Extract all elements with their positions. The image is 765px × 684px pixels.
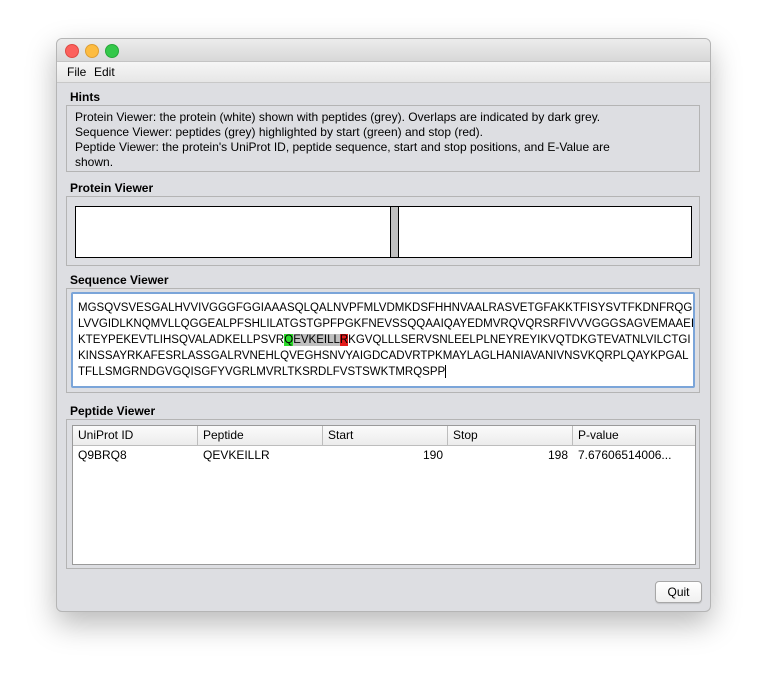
- column-header-peptide[interactable]: Peptide: [198, 426, 323, 445]
- peptide-stop-highlight: R: [339, 334, 349, 346]
- sequence-viewer-title: Sequence Viewer: [70, 273, 169, 287]
- cell-uniprot-id: Q9BRQ8: [78, 448, 127, 462]
- column-header-uniprot-id[interactable]: UniProt ID: [73, 426, 198, 445]
- app-window: File Edit Hints Protein Viewer: the prot…: [56, 38, 711, 612]
- hint-protein-viewer: Protein Viewer: the protein (white) show…: [75, 110, 601, 124]
- hints-title: Hints: [70, 90, 100, 104]
- text-caret: [445, 365, 447, 379]
- hint-sequence-viewer: Sequence Viewer: peptides (grey) highlig…: [75, 125, 484, 139]
- sequence-segment-after: KGVQLLLSERVSNLEELPLNEYREYIKVQTDKGTEVATNL…: [348, 334, 691, 346]
- peptide-segment: [390, 207, 399, 257]
- menu-file[interactable]: File: [67, 65, 86, 79]
- close-window-button[interactable]: [65, 44, 79, 58]
- cell-p-value: 7.67606514006...: [578, 448, 672, 462]
- sequence-line-2: LVVGIDLKNQMVLLQGGEALPFSHLILATGSTGPFPGKFN…: [78, 318, 695, 330]
- hint-peptide-viewer-cont: shown.: [75, 155, 114, 169]
- sequence-line-5-text: TFLLSMGRNDGVGQISGFYVGRLMVRLTKSRDLFVSTSWK…: [78, 366, 446, 378]
- sequence-segment-before: KTEYPEKEVTLIHSQVALADKELLPSVR: [78, 334, 285, 346]
- column-header-stop[interactable]: Stop: [448, 426, 573, 445]
- sequence-text-area[interactable]: MGSQVSVESGALHVVIVGGGFGGIAAASQLQALNVPFMLV…: [71, 292, 695, 388]
- cell-stop: 198: [547, 448, 568, 462]
- sequence-line-5: TFLLSMGRNDGVGQISGFYVGRLMVRLTKSRDLFVSTSWK…: [78, 364, 693, 380]
- protein-bar: [75, 206, 692, 258]
- cell-start: 190: [422, 448, 443, 462]
- protein-viewer-panel: [66, 196, 700, 266]
- hints-panel: Protein Viewer: the protein (white) show…: [66, 105, 700, 172]
- peptide-table: UniProt ID Peptide Start Stop P-value Q9…: [72, 425, 696, 565]
- peptide-viewer-title: Peptide Viewer: [70, 404, 156, 418]
- sequence-line-1: MGSQVSVESGALHVVIVGGGFGGIAAASQLQALNVPFMLV…: [78, 302, 693, 314]
- quit-button[interactable]: Quit: [655, 581, 702, 603]
- table-row[interactable]: Q9BRQ8 QEVKEILLR 190 198 7.67606514006..…: [73, 446, 695, 464]
- sequence-viewer-panel: MGSQVSVESGALHVVIVGGGFGGIAAASQLQALNVPFMLV…: [66, 288, 700, 393]
- column-header-start[interactable]: Start: [323, 426, 448, 445]
- minimize-window-button[interactable]: [85, 44, 99, 58]
- zoom-window-button[interactable]: [105, 44, 119, 58]
- peptide-highlight: EVKEILL: [293, 334, 340, 346]
- menu-bar: File Edit: [57, 62, 710, 83]
- column-header-p-value[interactable]: P-value: [573, 426, 695, 445]
- title-bar: [57, 39, 710, 62]
- hint-peptide-viewer: Peptide Viewer: the protein's UniProt ID…: [75, 140, 610, 154]
- protein-viewer-title: Protein Viewer: [70, 181, 154, 195]
- table-header: UniProt ID Peptide Start Stop P-value: [73, 426, 695, 446]
- sequence-line-3: KTEYPEKEVTLIHSQVALADKELLPSVRQEVKEILLRKGV…: [78, 332, 693, 348]
- menu-edit[interactable]: Edit: [94, 65, 115, 79]
- cell-peptide: QEVKEILLR: [203, 448, 270, 462]
- sequence-line-4: KINSSAYRKAFESRLASSGALRVNEHLQVEGHSNVYAIGD…: [78, 350, 689, 362]
- peptide-viewer-panel: UniProt ID Peptide Start Stop P-value Q9…: [66, 419, 700, 569]
- peptide-start-highlight: Q: [284, 334, 294, 346]
